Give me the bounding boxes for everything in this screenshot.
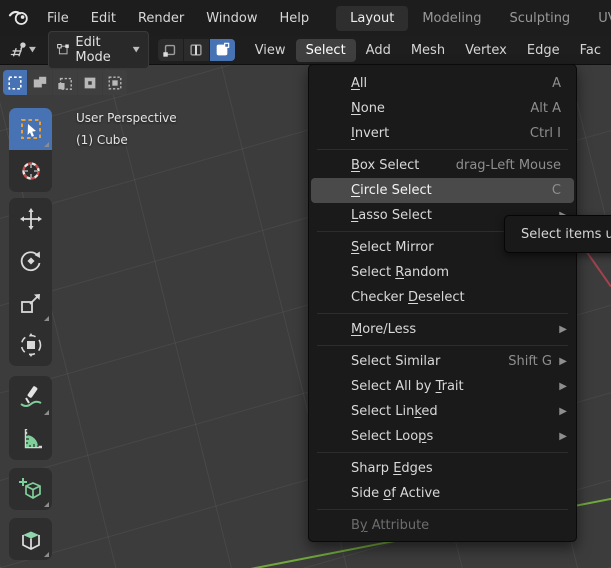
menu-item-by-attribute[interactable]: By Attribute (311, 513, 574, 538)
blender-logo-icon[interactable] (8, 9, 30, 27)
tool-button-move[interactable] (9, 198, 52, 240)
tooltip: Select items u (504, 215, 611, 253)
workspace-tab-modeling[interactable]: Modeling (408, 6, 495, 31)
menu-item-more-less[interactable]: More/Less ▶ (311, 317, 574, 342)
tool-button-rotate[interactable] (9, 240, 52, 282)
workspace-tab-sculpting[interactable]: Sculpting (495, 6, 584, 31)
selectmode-subtract-button[interactable] (53, 70, 77, 95)
editor-type-dropdown[interactable]: ▼ (5, 39, 39, 61)
viewport-editor-icon (10, 42, 26, 57)
chevron-down-icon: ▼ (132, 46, 140, 54)
tool-button-measure[interactable] (9, 418, 52, 460)
topbar-menu-window[interactable]: Window (195, 7, 268, 30)
menu-separator (317, 452, 568, 453)
menu-item-select-loops[interactable]: Select Loops ▶ (311, 424, 574, 449)
menu-separator (317, 509, 568, 510)
tooltip-text: Select items u (521, 226, 611, 242)
menu-separator (317, 313, 568, 314)
menu-item-box-select[interactable]: Box Select drag-Left Mouse (311, 153, 574, 178)
viewport-menus: View Select Add Mesh Vertex Edge Fac (245, 38, 611, 62)
submenu-arrow-icon: ▶ (559, 381, 567, 392)
edit-mode-icon (57, 43, 69, 55)
toggle-edge-select[interactable] (183, 39, 209, 61)
tool-settings-select-mode (3, 70, 127, 95)
selectmode-set-button[interactable] (3, 70, 27, 95)
tool-group (9, 468, 52, 510)
workspace-tab-layout[interactable]: Layout (336, 5, 409, 31)
menu-select[interactable]: Select (295, 38, 356, 62)
topbar-menu-edit[interactable]: Edit (80, 7, 127, 30)
menu-item-all[interactable]: All A (311, 71, 574, 96)
submenu-arrow-icon: ▶ (559, 406, 567, 417)
submenu-arrow-icon: ▶ (559, 431, 567, 442)
topbar-menu-file[interactable]: File (36, 7, 80, 30)
mode-label: Edit Mode (75, 35, 111, 65)
menu-item-invert[interactable]: Invert Ctrl I (311, 121, 574, 146)
tool-group (9, 518, 52, 560)
topbar-menu-help[interactable]: Help (269, 7, 321, 30)
menu-view[interactable]: View (245, 39, 296, 62)
tool-button-scale[interactable] (9, 282, 52, 324)
menu-separator (317, 149, 568, 150)
menu-item-select-similar[interactable]: Select Similar Shift G ▶ (311, 349, 574, 374)
menu-fac[interactable]: Fac (570, 39, 611, 62)
selectmode-invert-button[interactable] (78, 70, 102, 95)
tool-group (9, 198, 52, 366)
menu-vertex[interactable]: Vertex (455, 39, 517, 62)
chevron-down-icon: ▼ (29, 46, 36, 54)
workspace-tab-uv-edi[interactable]: UV Edi (584, 6, 611, 31)
tool-button-add-cube[interactable] (9, 468, 52, 510)
selectmode-intersect-button[interactable] (103, 70, 127, 95)
tool-button-annotate[interactable] (9, 376, 52, 418)
menu-item-select-all-by-trait[interactable]: Select All by Trait ▶ (311, 374, 574, 399)
tool-button-extrude[interactable] (9, 518, 52, 560)
viewport-overlay-object: (1) Cube (76, 133, 128, 147)
menu-item-side-of-active[interactable]: Side of Active (311, 481, 574, 506)
submenu-arrow-icon: ▶ (559, 324, 567, 335)
menu-item-select-random[interactable]: Select Random (311, 260, 574, 285)
blender-window: File Edit Render Window Help Layout Modeling S… (0, 0, 611, 568)
tool-group (9, 376, 52, 460)
toggle-face-select[interactable] (209, 39, 235, 61)
menu-add[interactable]: Add (356, 39, 401, 62)
toggle-vertex-select[interactable] (157, 39, 183, 61)
menu-item-select-linked[interactable]: Select Linked ▶ (311, 399, 574, 424)
tool-button-select-box[interactable] (9, 108, 52, 150)
tool-group (9, 108, 52, 192)
select-menu-panel: All A None Alt A Invert Ctrl I Box Select drag-… (308, 64, 577, 542)
topbar-menu-render[interactable]: Render (127, 7, 195, 30)
menu-edge[interactable]: Edge (517, 39, 570, 62)
menu-item-sharp-edges[interactable]: Sharp Edges (311, 456, 574, 481)
axis-x-red (583, 247, 611, 288)
tool-button-cursor[interactable] (9, 150, 52, 192)
submenu-arrow-icon: ▶ (559, 356, 567, 367)
topbar-menus: File Edit Render Window Help (36, 7, 320, 30)
menu-item-circle-select[interactable]: Circle Select C (311, 178, 574, 203)
workspace-tabs: LayoutModelingSculptingUV Edi (336, 5, 611, 31)
viewport-header: ▼ Edit Mode ▼ View Select Add Mesh Vertex Edg… (0, 31, 611, 69)
viewport-overlay-perspective: User Perspective (76, 111, 177, 125)
menu-mesh[interactable]: Mesh (401, 39, 455, 62)
mode-selector[interactable]: Edit Mode ▼ (47, 31, 149, 69)
tool-button-transform[interactable] (9, 324, 52, 366)
selectmode-extend-button[interactable] (28, 70, 52, 95)
menu-separator (317, 345, 568, 346)
menu-item-checker-deselect[interactable]: Checker Deselect (311, 285, 574, 310)
menu-item-none[interactable]: None Alt A (311, 96, 574, 121)
select-mode-toggles (157, 39, 235, 61)
